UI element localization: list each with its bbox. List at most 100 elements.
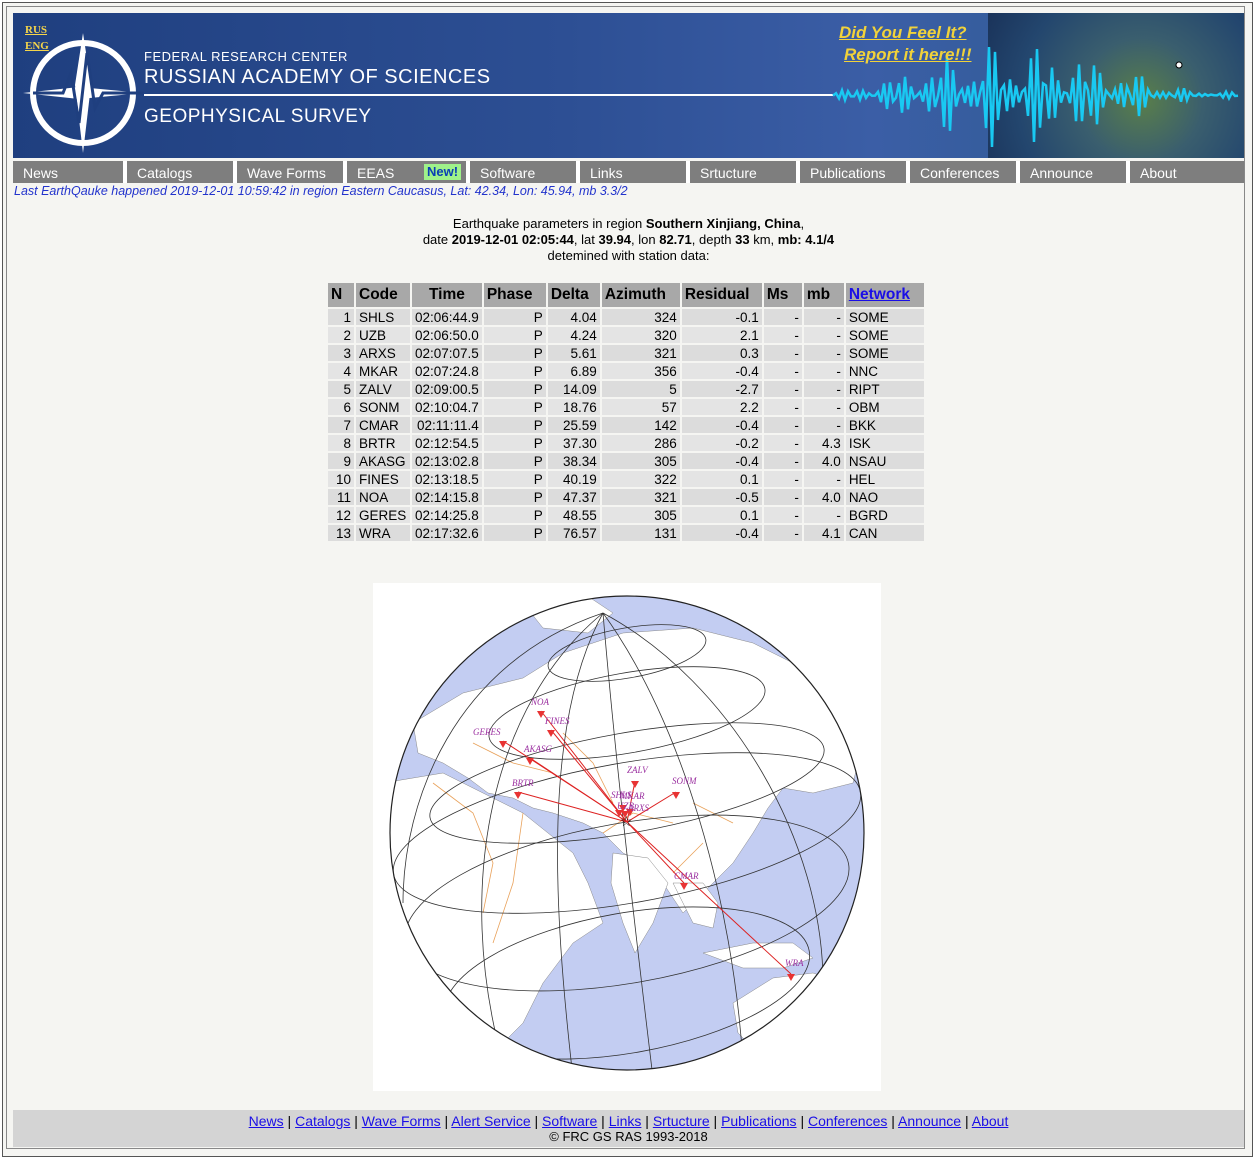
nav-links[interactable]: Links [576,161,686,183]
epicenter-star-icon: ☆ [620,813,633,829]
table-cell-mb: - [803,381,844,397]
footer-link-publications[interactable]: Publications [721,1113,797,1129]
station-label-akasg: AKASG [523,744,552,754]
col-network[interactable]: Network [845,283,924,307]
nav-news[interactable]: News [13,161,123,183]
network-sort-link[interactable]: Network [849,286,910,303]
nav-publications[interactable]: Publications [796,161,906,183]
table-cell-residual: -0.4 [681,453,762,469]
new-badge[interactable]: New! [424,164,462,180]
table-cell-n: 6 [328,399,354,415]
table-cell-azimuth: 322 [601,471,680,487]
table-cell-n: 13 [328,525,354,541]
info-line-2: date 2019-12-01 02:05:44, lat 39.94, lon… [0,232,1257,247]
table-header-row: N Code Time Phase Delta Azimuth Residual… [328,283,924,307]
table-cell-phase: P [483,309,546,325]
table-cell-code: GERES [356,507,410,523]
did-you-feel-it-link[interactable]: Did You Feel It? [839,23,967,43]
nav-announce[interactable]: Announce [1016,161,1126,183]
table-cell-azimuth: 321 [601,345,680,361]
table-cell-delta: 47.37 [547,489,600,505]
table-cell-delta: 25.59 [547,417,600,433]
nav-about[interactable]: About [1126,161,1244,183]
depth-label: , depth [691,232,736,247]
footer-link-alert-service[interactable]: Alert Service [451,1113,530,1129]
table-cell-code: NOA [356,489,410,505]
table-cell-code: SONM [356,399,410,415]
info-region: Southern Xinjiang, China [645,216,801,231]
table-cell-code: UZB [356,327,410,343]
table-row: 7 CMAR 02:11:11.4 P 25.59 142 -0.4- - BKK [328,417,924,433]
table-cell-time: 02:17:32.6 [412,525,482,541]
table-cell-time: 02:14:15.8 [412,489,482,505]
table-cell-residual: -0.4 [681,525,762,541]
table-row: 3 ARXS 02:07:07.5 P 5.61 321 0.3- - SOME [328,345,924,361]
table-cell-mb: - [803,471,844,487]
table-cell-network: HEL [845,471,924,487]
table-cell-time: 02:09:00.5 [412,381,482,397]
table-row: 12 GERES 02:14:25.8 P 48.55 305 0.1- - BGRD [328,507,924,523]
lon-label: , lon [631,232,660,247]
table-cell-phase: P [483,327,546,343]
table-cell-residual: -0.4 [681,363,762,379]
table-cell-n: 7 [328,417,354,433]
table-cell-phase: P [483,471,546,487]
footer-link-news[interactable]: News [249,1113,284,1129]
table-cell-mb: 4.3 [803,435,844,451]
table-cell-ms: - [763,435,802,451]
table-cell-ms: - [763,489,802,505]
nav-structure[interactable]: Srtucture [686,161,796,183]
nav-catalogs[interactable]: Catalogs [123,161,233,183]
table-cell-code: ARXS [356,345,410,361]
footer-link-conferences[interactable]: Conferences [808,1113,887,1129]
table-cell-ms: - [763,399,802,415]
nav-conferences[interactable]: Conferences [906,161,1016,183]
nav-wave-forms[interactable]: Wave Forms [233,161,343,183]
table-cell-mb: - [803,507,844,523]
table-cell-ms: - [763,471,802,487]
table-cell-code: CMAR [356,417,410,433]
table-cell-ms: - [763,507,802,523]
table-row: 2 UZB 02:06:50.0 P 4.24 320 2.1- - SOME [328,327,924,343]
station-label-arxs: ARXS [627,803,649,813]
station-label-zalv: ZALV [627,765,649,775]
report-it-here-link[interactable]: Report it here!!! [844,45,972,65]
table-cell-time: 02:12:54.5 [412,435,482,451]
table-cell-delta: 37.30 [547,435,600,451]
table-cell-network: NNC [845,363,924,379]
table-cell-code: SHLS [356,309,410,325]
top-nav: News Catalogs Wave Forms EEAS New! Softw… [13,161,1244,183]
footer-link-srtucture[interactable]: Srtucture [653,1113,710,1129]
last-earthquake-ticker[interactable]: Last EarthQauke happened 2019-12-01 10:5… [14,184,628,198]
footer-link-catalogs[interactable]: Catalogs [295,1113,350,1129]
table-cell-n: 2 [328,327,354,343]
footer-link-announce[interactable]: Announce [898,1113,961,1129]
nav-software[interactable]: Software [466,161,576,183]
table-cell-azimuth: 131 [601,525,680,541]
table-cell-n: 10 [328,471,354,487]
table-cell-delta: 4.24 [547,327,600,343]
footer-separator: | [796,1113,808,1129]
table-cell-residual: -0.2 [681,435,762,451]
table-cell-residual: -0.4 [681,417,762,433]
station-label-cmar: CMAR [674,871,699,881]
table-cell-phase: P [483,525,546,541]
table-cell-residual: -0.1 [681,309,762,325]
table-cell-ms: - [763,381,802,397]
table-cell-residual: 0.1 [681,471,762,487]
table-cell-n: 12 [328,507,354,523]
table-cell-azimuth: 356 [601,363,680,379]
table-row: 8 BRTR 02:12:54.5 P 37.30 286 -0.2-4.3 ISK [328,435,924,451]
table-cell-code: MKAR [356,363,410,379]
table-row: 11 NOA 02:14:15.8 P 47.37 321 -0.5-4.0 NAO [328,489,924,505]
footer-link-about[interactable]: About [972,1113,1009,1129]
table-cell-azimuth: 321 [601,489,680,505]
footer-link-software[interactable]: Software [542,1113,597,1129]
date-label: date [422,232,452,247]
table-cell-phase: P [483,489,546,505]
footer-link-links[interactable]: Links [609,1113,642,1129]
table-cell-azimuth: 305 [601,453,680,469]
table-cell-code: ZALV [356,381,410,397]
footer-link-wave-forms[interactable]: Wave Forms [362,1113,441,1129]
col-n: N [328,283,354,307]
